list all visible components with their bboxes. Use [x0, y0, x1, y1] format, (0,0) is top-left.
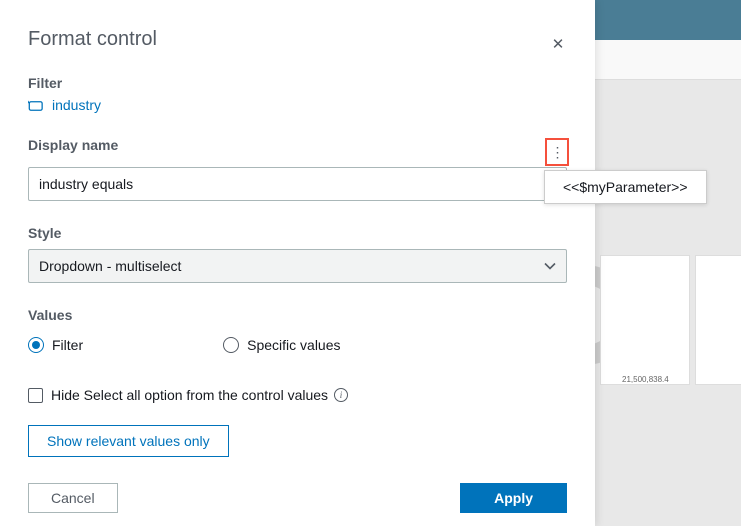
action-button-row: Cancel Apply [28, 483, 567, 513]
field-icon [28, 99, 46, 111]
info-icon[interactable]: i [334, 388, 348, 402]
show-relevant-values-button[interactable]: Show relevant values only [28, 425, 229, 457]
apply-button[interactable]: Apply [460, 483, 567, 513]
display-name-label: Display name [28, 137, 118, 153]
radio-icon [223, 337, 239, 353]
radio-filter[interactable]: Filter [28, 337, 83, 353]
bg-card-gauge [600, 255, 690, 385]
close-button[interactable]: ✕ [551, 38, 565, 52]
radio-icon-selected [28, 337, 44, 353]
format-control-panel: Format control ✕ Filter industry Display… [0, 0, 595, 526]
parameter-popup[interactable]: <<$myParameter>> [544, 170, 707, 204]
filter-section-label: Filter [28, 75, 567, 91]
radio-specific-label: Specific values [247, 337, 340, 353]
style-select[interactable]: Dropdown - multiselect [28, 249, 567, 283]
values-section-label: Values [28, 307, 567, 323]
close-icon: ✕ [552, 36, 565, 53]
hide-select-all-text: Hide Select all option from the control … [51, 387, 328, 403]
display-name-input[interactable] [28, 167, 567, 201]
hide-select-all-checkbox-row[interactable]: Hide Select all option from the control … [28, 387, 567, 403]
parameter-popup-text: <<$myParameter>> [563, 179, 688, 195]
style-select-value: Dropdown - multiselect [39, 258, 181, 274]
cancel-button[interactable]: Cancel [28, 483, 118, 513]
kebab-icon: ⋮ [551, 145, 564, 159]
checkbox-icon [28, 388, 43, 403]
bg-gauge-label: 21,500,838.4 [622, 375, 669, 384]
chevron-down-icon [544, 259, 556, 273]
radio-specific-values[interactable]: Specific values [223, 337, 340, 353]
radio-filter-label: Filter [52, 337, 83, 353]
hide-select-all-label: Hide Select all option from the control … [51, 387, 348, 403]
filter-value: industry [52, 97, 101, 113]
bg-card-dollar: $ [695, 255, 741, 385]
style-section-label: Style [28, 225, 567, 241]
parameter-menu-button[interactable]: ⋮ [545, 138, 569, 166]
filter-value-row[interactable]: industry [28, 97, 567, 113]
panel-title: Format control [28, 28, 567, 51]
values-radio-group: Filter Specific values [28, 337, 567, 353]
